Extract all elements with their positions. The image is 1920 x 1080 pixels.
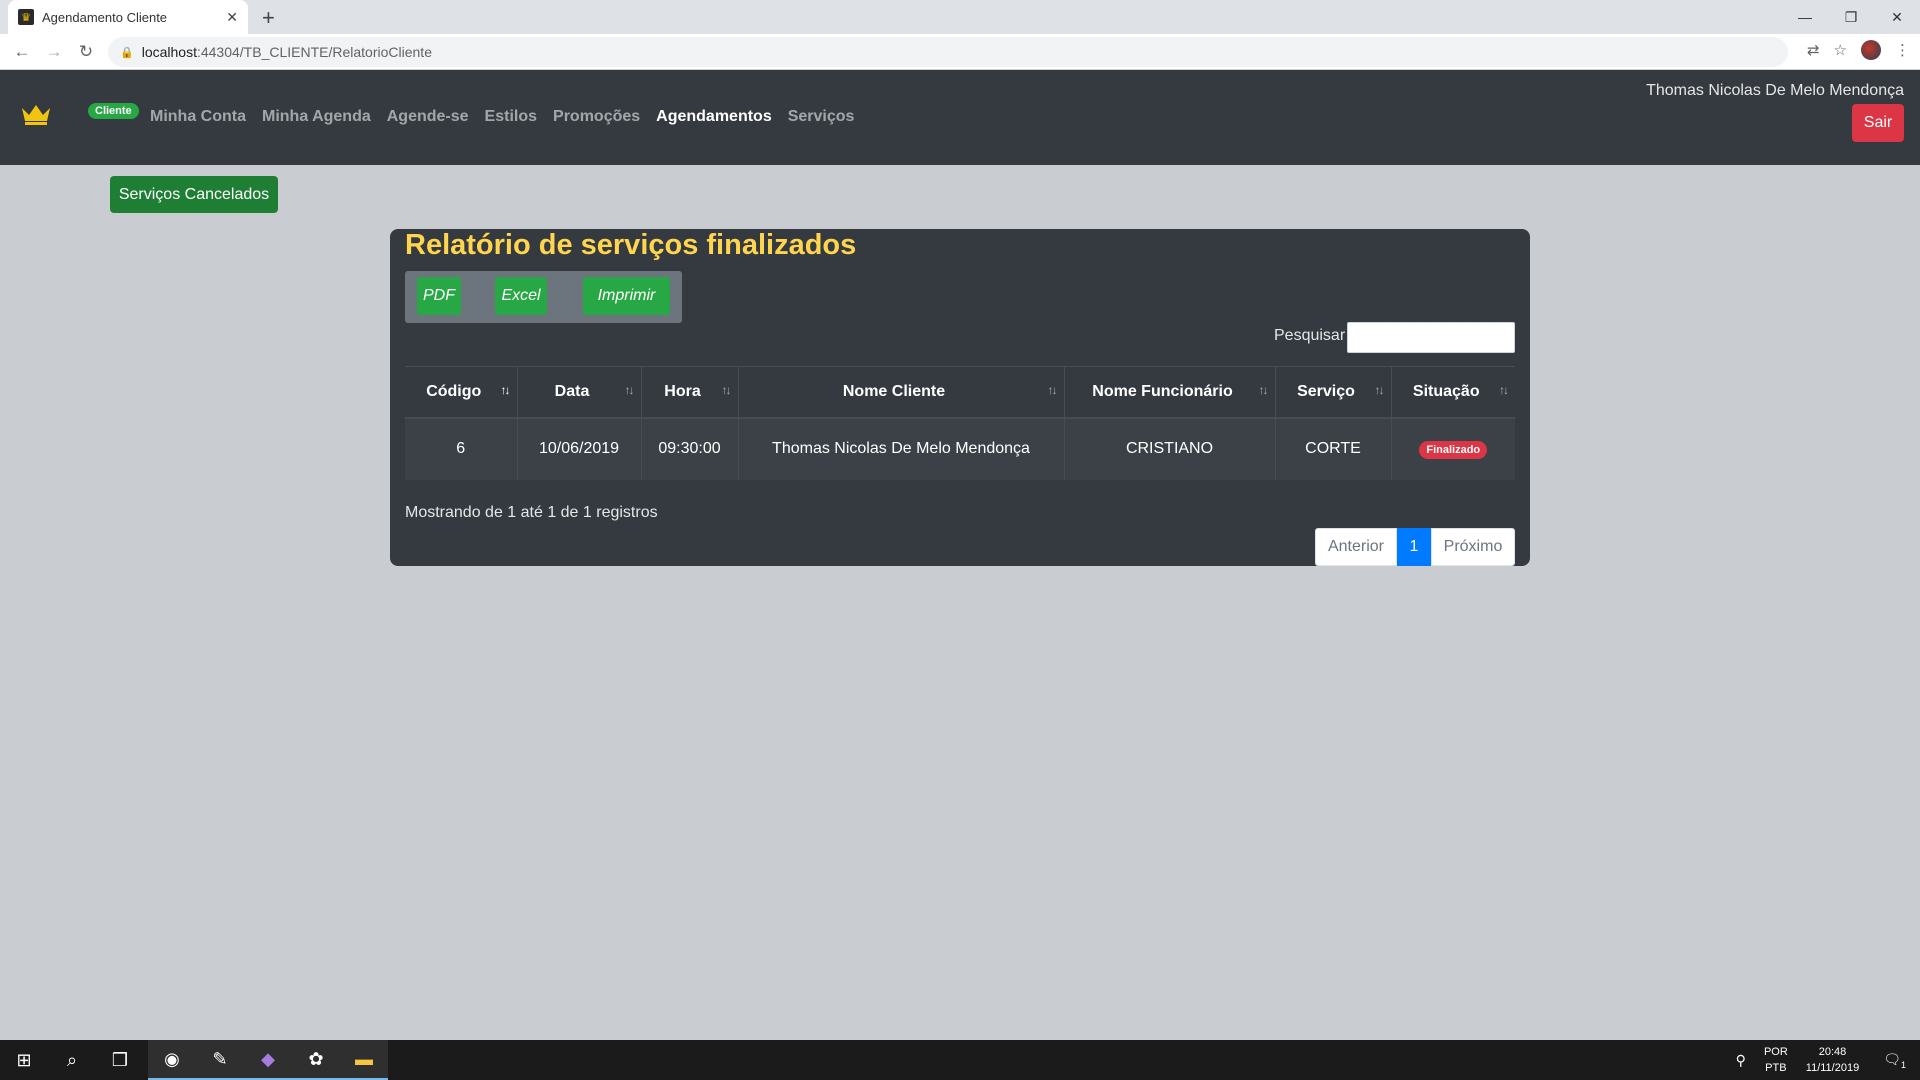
cell-cliente: Thomas Nicolas De Melo Mendonça [738,417,1065,480]
address-bar[interactable]: 🔒 localhost:44304/TB_CLIENTE/RelatorioCl… [108,37,1788,67]
system-tray: ⚲ POR PTB 20:48 11/11/2019 🗨1 [1736,1040,1920,1080]
sort-icon: ↑↓ [1258,383,1269,397]
browser-tab-strip: ♛ Agendamento Cliente ✕ + — ❐ ✕ [0,0,1920,34]
browser-tab[interactable]: ♛ Agendamento Cliente ✕ [8,0,248,34]
new-tab-button[interactable]: + [262,5,275,31]
browser-toolbar: ← → ↻ 🔒 localhost:44304/TB_CLIENTE/Relat… [0,34,1920,70]
col-nome-cliente[interactable]: Nome Cliente ↑↓ [738,366,1065,419]
pagination-page-1[interactable]: 1 [1397,528,1431,566]
crown-logo-icon[interactable] [20,102,52,126]
notification-center-icon[interactable]: 🗨1 [1883,1051,1906,1070]
nav-links: Minha Conta Minha Agenda Agende-se Estil… [150,108,854,126]
report-table: Código ↑↓ Data ↑↓ Hora ↑↓ Nome Cliente ↑↓ No… [405,366,1515,480]
col-nome-funcionario[interactable]: Nome Funcionário ↑↓ [1064,366,1276,419]
table-row: 6 10/06/2019 09:30:00 Thomas Nicolas De … [405,417,1515,480]
taskbar: ⊞ ⌕ ❒ ◉ ✎ ◆ ✿ ▬ ⚲ POR PTB 20:48 11/11/20… [0,1040,1920,1080]
search-input[interactable] [1347,322,1515,353]
excel-button[interactable]: Excel [495,277,547,315]
pdf-button[interactable]: PDF [417,277,461,315]
translate-icon[interactable]: ⇄ [1807,41,1820,59]
search-label: Pesquisar [1274,327,1346,344]
crown-favicon-icon: ♛ [18,9,34,25]
minimize-icon[interactable]: — [1782,0,1828,34]
clock[interactable]: 20:48 11/11/2019 [1806,1044,1859,1076]
lock-icon: 🔒 [120,46,134,59]
tab-title: Agendamento Cliente [42,9,168,25]
print-button[interactable]: Imprimir [583,277,670,315]
profile-avatar[interactable] [1861,40,1881,60]
window-controls: — ❐ ✕ [1782,0,1920,34]
chrome-icon[interactable]: ◉ [148,1040,196,1080]
pagination-next[interactable]: Próximo [1431,528,1515,566]
table-header-row: Código ↑↓ Data ↑↓ Hora ↑↓ Nome Cliente ↑↓ No… [405,366,1515,419]
status-badge: Finalizado [1419,440,1488,459]
sort-icon: ↑↓ [500,383,511,397]
client-badge: Cliente [88,103,139,119]
col-codigo[interactable]: Código ↑↓ [405,366,518,419]
reload-icon[interactable]: ↻ [70,36,102,68]
cell-situacao: Finalizado [1391,417,1515,480]
nav-minha-conta[interactable]: Minha Conta [150,108,246,126]
pagination: Anterior 1 Próximo [1315,528,1515,566]
close-window-icon[interactable]: ✕ [1874,0,1920,34]
cell-servico: CORTE [1275,417,1392,480]
back-icon[interactable]: ← [6,36,38,68]
cell-codigo: 6 [405,417,518,480]
nav-servicos[interactable]: Serviços [788,108,855,126]
nav-promocoes[interactable]: Promoções [553,108,640,126]
report-card: Relatório de serviços finalizados PDF Ex… [390,229,1530,566]
report-title: Relatório de serviços finalizados [405,229,857,261]
cell-funcionario: CRISTIANO [1064,417,1276,480]
cell-data: 10/06/2019 [517,417,642,480]
user-name: Thomas Nicolas De Melo Mendonça [1646,82,1904,99]
tab-close-icon[interactable]: ✕ [226,9,238,26]
cell-hora: 09:30:00 [641,417,739,480]
col-data[interactable]: Data ↑↓ [517,366,642,419]
language-indicator[interactable]: POR PTB [1764,1044,1788,1076]
search-icon[interactable]: ⌕ [48,1040,96,1080]
browser-actions: ⇄ ☆ ⋮ [1807,40,1910,60]
cancelled-services-button[interactable]: Serviços Cancelados [110,176,278,213]
sort-icon: ↑↓ [624,383,635,397]
col-situacao[interactable]: Situação ↑↓ [1391,366,1515,419]
nav-agendamentos[interactable]: Agendamentos [656,108,772,126]
menu-kebab-icon[interactable]: ⋮ [1895,41,1910,59]
table-info: Mostrando de 1 até 1 de 1 registros [405,504,658,521]
file-explorer-icon[interactable]: ▬ [340,1040,388,1080]
paint-app-icon[interactable]: ✿ [292,1040,340,1080]
sort-icon: ↑↓ [1374,383,1385,397]
tools-app-icon[interactable]: ✎ [196,1040,244,1080]
export-button-group: PDF Excel Imprimir [405,271,682,323]
restore-icon[interactable]: ❐ [1828,0,1874,34]
windows-start-icon[interactable]: ⊞ [0,1040,48,1080]
logout-button[interactable]: Sair [1852,104,1904,142]
url-text: localhost:44304/TB_CLIENTE/RelatorioClie… [141,44,432,60]
nav-agende-se[interactable]: Agende-se [387,108,469,126]
sort-icon: ↑↓ [1499,383,1509,397]
col-servico[interactable]: Serviço ↑↓ [1275,366,1392,419]
nav-minha-agenda[interactable]: Minha Agenda [262,108,371,126]
app-navbar: Cliente Minha Conta Minha Agenda Agende-… [0,70,1920,165]
visual-studio-icon[interactable]: ◆ [244,1040,292,1080]
col-hora[interactable]: Hora ↑↓ [641,366,739,419]
pagination-prev[interactable]: Anterior [1315,528,1397,566]
task-view-icon[interactable]: ❒ [96,1040,144,1080]
sort-icon: ↑↓ [1047,383,1058,397]
bookmark-star-icon[interactable]: ☆ [1834,41,1847,59]
people-icon[interactable]: ⚲ [1736,1052,1746,1069]
nav-estilos[interactable]: Estilos [485,108,537,126]
forward-icon[interactable]: → [38,36,70,68]
sort-icon: ↑↓ [721,383,732,397]
